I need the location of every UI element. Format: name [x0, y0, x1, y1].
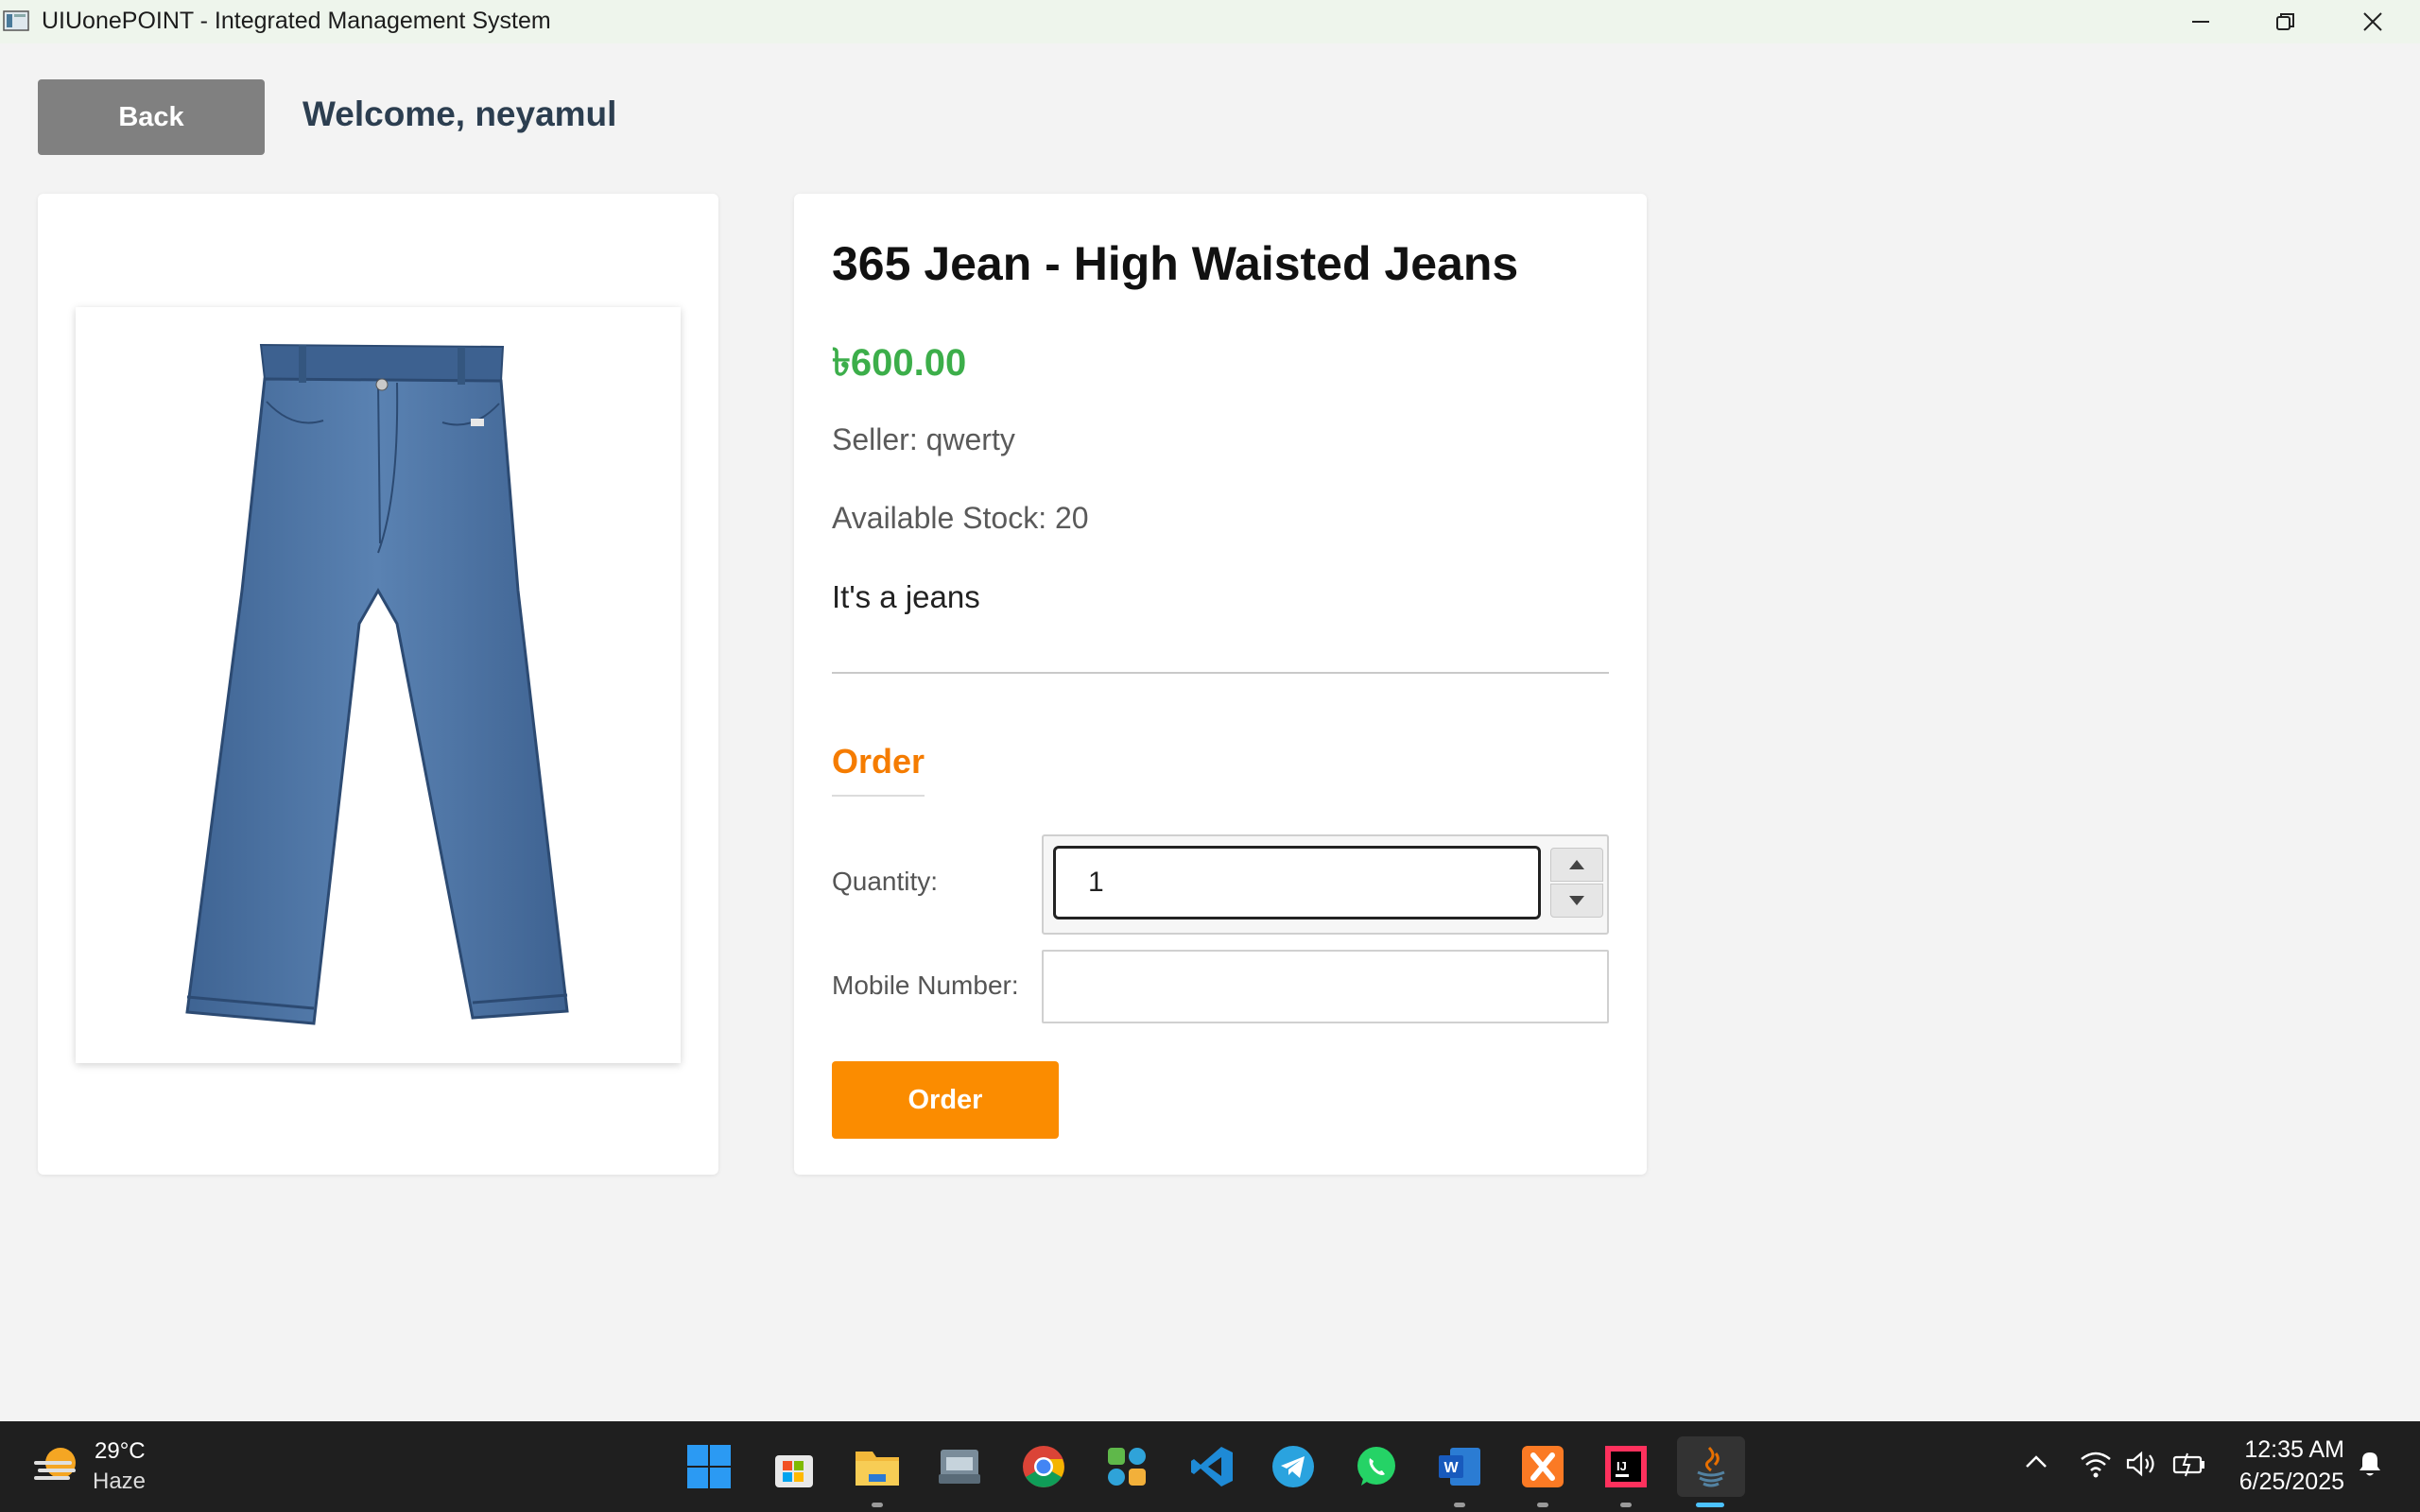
telegram-app[interactable] [1263, 1436, 1323, 1497]
svg-text:IJ: IJ [1616, 1459, 1627, 1473]
title-bar: UIUonePOINT - Integrated Management Syst… [0, 0, 2420, 43]
taskbar: 29°C Haze W IJ 12:35 AM 6/25/2025 [0, 1421, 2420, 1512]
quantity-input[interactable]: 1 [1053, 846, 1541, 919]
volume-icon[interactable] [2125, 1450, 2159, 1478]
app-icon [1108, 1448, 1146, 1486]
minimize-icon [2192, 21, 2209, 23]
product-description: It's a jeans [832, 579, 980, 614]
battery-icon[interactable] [2172, 1450, 2206, 1478]
weather-haze-icon [34, 1448, 76, 1480]
start-button[interactable] [679, 1436, 739, 1497]
stock-text: Available Stock: 20 [832, 501, 1089, 535]
telegram-icon [1272, 1446, 1314, 1487]
minimize-button[interactable] [2157, 0, 2244, 43]
divider [832, 672, 1609, 674]
chevron-up-icon[interactable] [2023, 1450, 2049, 1476]
file-explorer-app[interactable] [847, 1436, 908, 1497]
intellij-icon: IJ [1605, 1446, 1647, 1487]
generic-app[interactable] [1097, 1436, 1157, 1497]
running-indicator [872, 1503, 883, 1507]
running-indicator [1620, 1503, 1632, 1507]
svg-text:W: W [1443, 1460, 1459, 1476]
close-icon [2363, 12, 2382, 31]
wifi-icon[interactable] [2080, 1450, 2112, 1478]
vscode-app[interactable] [1182, 1436, 1242, 1497]
vscode-icon [1191, 1447, 1233, 1486]
xampp-icon [1522, 1446, 1564, 1487]
running-indicator [1454, 1503, 1465, 1507]
whatsapp-icon [1357, 1447, 1395, 1486]
keyboard-app-icon [939, 1450, 980, 1484]
start-icon [687, 1445, 731, 1488]
word-app[interactable]: W [1429, 1436, 1490, 1497]
arrow-up-icon [1569, 860, 1584, 869]
java-icon [1697, 1446, 1725, 1487]
clock-time[interactable]: 12:35 AM [2212, 1436, 2344, 1464]
intellij-app[interactable]: IJ [1596, 1436, 1656, 1497]
app-window-icon [3, 10, 29, 31]
order-heading: Order [832, 742, 925, 797]
store-icon [775, 1455, 813, 1487]
java-app[interactable] [1677, 1436, 1745, 1497]
running-indicator [1537, 1503, 1548, 1507]
decrement-button[interactable] [1550, 884, 1603, 918]
arrow-down-icon [1569, 896, 1584, 905]
whatsapp-app[interactable] [1346, 1436, 1407, 1497]
jeans-image [185, 343, 569, 1025]
keyboard-app[interactable] [930, 1436, 991, 1497]
quantity-label: Quantity: [832, 867, 939, 896]
product-details-card: 365 Jean - High Waisted Jeans ৳600.00 Se… [794, 194, 1647, 1175]
window-title: UIUonePOINT - Integrated Management Syst… [42, 8, 551, 34]
store-app[interactable] [764, 1436, 824, 1497]
welcome-text: Welcome, neyamul [302, 94, 617, 133]
mobile-label: Mobile Number: [832, 971, 1019, 1000]
product-price: ৳600.00 [832, 342, 967, 384]
close-button[interactable] [2329, 0, 2416, 43]
order-button[interactable]: Order [832, 1061, 1059, 1139]
restore-icon [2276, 13, 2294, 30]
product-image-card [38, 194, 718, 1175]
file-explorer-icon [856, 1452, 899, 1486]
chrome-icon [1023, 1446, 1064, 1487]
product-image [76, 307, 681, 1063]
seller-text: Seller: qwerty [832, 422, 1015, 456]
word-icon: W [1439, 1448, 1480, 1486]
clock-date[interactable]: 6/25/2025 [2212, 1469, 2344, 1496]
active-indicator [1696, 1503, 1724, 1507]
product-name: 365 Jean - High Waisted Jeans [832, 237, 1519, 290]
notification-icon[interactable] [2354, 1448, 2386, 1480]
chrome-app[interactable] [1013, 1436, 1074, 1497]
restore-button[interactable] [2242, 0, 2329, 43]
increment-button[interactable] [1550, 848, 1603, 882]
weather-desc[interactable]: Haze [93, 1469, 146, 1495]
weather-temp[interactable]: 29°C [95, 1438, 146, 1465]
mobile-number-input[interactable] [1042, 950, 1609, 1023]
back-button[interactable]: Back [38, 79, 265, 155]
xampp-app[interactable] [1512, 1436, 1573, 1497]
quantity-stepper: 1 [1042, 834, 1609, 935]
